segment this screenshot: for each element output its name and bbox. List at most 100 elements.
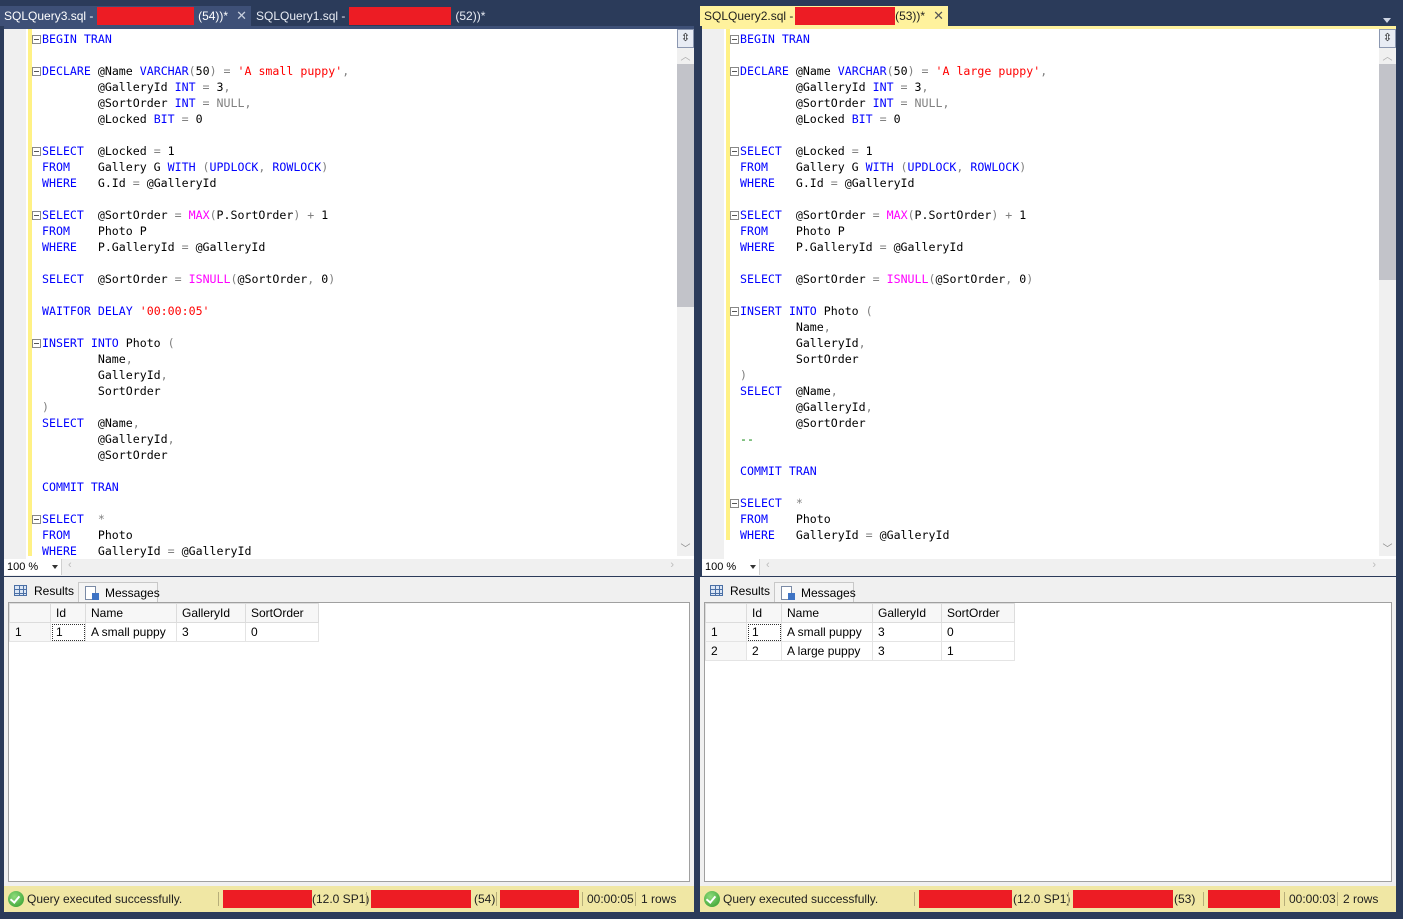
grid-cell[interactable]: 0 [245,622,319,642]
zoom-select[interactable]: 100 % [4,559,62,575]
scroll-down-icon[interactable]: ﹀ [677,540,694,556]
collapse-icon[interactable] [730,67,739,76]
column-header[interactable]: SortOrder [941,603,1015,623]
code-line[interactable]: INSERT INTO Photo ( [32,335,349,351]
scroll-left-icon[interactable]: ‹ [766,559,770,571]
code-line[interactable]: FROM Photo [42,527,349,543]
code-line[interactable]: SELECT @SortOrder = MAX(P.SortOrder) + 1 [32,207,349,223]
column-header[interactable]: Id [50,603,86,623]
scroll-up-icon[interactable]: ︿ [677,48,694,64]
scroll-down-icon[interactable]: ﹀ [1379,540,1396,556]
code-line[interactable]: @SortOrder [740,415,1047,431]
vertical-scrollbar[interactable]: ⇳ ︿ ﹀ [1379,29,1396,556]
collapse-icon[interactable] [730,499,739,508]
collapse-icon[interactable] [730,307,739,316]
scroll-up-icon[interactable]: ︿ [1379,48,1396,64]
scroll-right-icon[interactable]: › [670,559,674,571]
code-line[interactable] [740,47,1047,63]
close-icon[interactable]: ✕ [236,6,247,26]
table-row[interactable]: 22A large puppy 3 1 [705,641,1015,661]
tab-sqlquery3[interactable]: SQLQuery3.sql - (54))* ✕ [0,6,251,26]
grid-cell[interactable]: A small puppy [781,622,873,642]
column-header[interactable]: Name [85,603,177,623]
code-line[interactable]: SELECT @SortOrder = ISNULL(@SortOrder, 0… [740,271,1047,287]
code-line[interactable] [42,463,349,479]
code-line[interactable]: @GalleryId INT = 3, [740,79,1047,95]
sql-code[interactable]: BEGIN TRAN DECLARE @Name VARCHAR(50) = '… [32,31,349,559]
code-line[interactable]: BEGIN TRAN [730,31,1047,47]
vertical-scrollbar[interactable]: ⇳ ︿ ﹀ [677,29,694,556]
sql-editor[interactable]: BEGIN TRAN DECLARE @Name VARCHAR(50) = '… [4,26,694,565]
code-line[interactable] [42,47,349,63]
code-line[interactable]: WHERE G.Id = @GalleryId [740,175,1047,191]
code-line[interactable] [740,287,1047,303]
code-line[interactable]: @GalleryId, [42,431,349,447]
sql-editor[interactable]: BEGIN TRAN DECLARE @Name VARCHAR(50) = '… [702,26,1396,565]
code-line[interactable]: @Locked BIT = 0 [42,111,349,127]
tab-overflow-icon[interactable] [1383,18,1391,23]
grid-cell[interactable]: 3 [872,622,942,642]
code-line[interactable]: @GalleryId, [740,399,1047,415]
code-line[interactable] [42,319,349,335]
code-line[interactable]: SELECT @Locked = 1 [730,143,1047,159]
code-line[interactable]: FROM Photo P [42,223,349,239]
scrollbar-thumb[interactable] [1379,64,1396,280]
column-header[interactable]: SortOrder [245,603,319,623]
code-line[interactable]: WHERE G.Id = @GalleryId [42,175,349,191]
code-line[interactable] [42,495,349,511]
code-line[interactable] [42,191,349,207]
code-line[interactable]: SELECT @SortOrder = ISNULL(@SortOrder, 0… [42,271,349,287]
grid-cell[interactable]: 3 [176,622,246,642]
code-line[interactable]: SELECT * [730,495,1047,511]
code-line[interactable]: FROM Gallery G WITH (UPDLOCK, ROWLOCK) [740,159,1047,175]
code-line[interactable] [740,255,1047,271]
code-line[interactable] [740,127,1047,143]
grid-cell[interactable]: 2 [705,641,747,661]
code-line[interactable]: @GalleryId INT = 3, [42,79,349,95]
code-line[interactable]: DECLARE @Name VARCHAR(50) = 'A large pup… [730,63,1047,79]
code-line[interactable]: INSERT INTO Photo ( [730,303,1047,319]
code-line[interactable]: WHERE P.GalleryId = @GalleryId [740,239,1047,255]
collapse-icon[interactable] [32,339,41,348]
collapse-icon[interactable] [32,515,41,524]
collapse-icon[interactable] [32,67,41,76]
tab-messages[interactable]: Messages [78,582,160,602]
code-line[interactable]: ) [42,399,349,415]
scrollbar-thumb[interactable] [677,64,694,307]
column-header[interactable] [705,603,747,623]
code-line[interactable]: GalleryId, [740,335,1047,351]
collapse-icon[interactable] [32,147,41,156]
code-line[interactable]: FROM Photo P [740,223,1047,239]
grid-cell[interactable]: A large puppy [781,641,873,661]
grid-cell[interactable]: 1 [746,622,782,642]
code-line[interactable]: SortOrder [42,383,349,399]
code-line[interactable] [740,447,1047,463]
code-line[interactable]: WHERE P.GalleryId = @GalleryId [42,239,349,255]
grid-cell[interactable]: 3 [872,641,942,661]
code-line[interactable]: Name, [42,351,349,367]
code-line[interactable] [42,127,349,143]
collapse-icon[interactable] [32,35,41,44]
code-line[interactable]: SELECT * [32,511,349,527]
code-line[interactable] [42,287,349,303]
code-line[interactable]: DECLARE @Name VARCHAR(50) = 'A small pup… [32,63,349,79]
tab-sqlquery1[interactable]: SQLQuery1.sql - (52))* [252,6,490,26]
results-grid[interactable]: Id Name GalleryId SortOrder 1 1 A small puppy 3… [8,602,690,882]
collapse-icon[interactable] [730,147,739,156]
grid-cell[interactable]: A small puppy [85,622,177,642]
collapse-icon[interactable] [32,211,41,220]
split-icon[interactable]: ⇳ [677,29,694,48]
column-header[interactable]: GalleryId [176,603,246,623]
column-header[interactable]: Name [781,603,873,623]
code-line[interactable]: WAITFOR DELAY '00:00:05' [42,303,349,319]
column-header[interactable]: GalleryId [872,603,942,623]
grid-cell[interactable]: 2 [746,641,782,661]
collapse-icon[interactable] [730,35,739,44]
tab-results[interactable]: Results [8,581,82,601]
collapse-icon[interactable] [730,211,739,220]
code-line[interactable]: COMMIT TRAN [42,479,349,495]
code-line[interactable]: ) [740,367,1047,383]
code-line[interactable]: COMMIT TRAN [740,463,1047,479]
code-line[interactable]: @SortOrder INT = NULL, [42,95,349,111]
split-icon[interactable]: ⇳ [1379,29,1396,48]
